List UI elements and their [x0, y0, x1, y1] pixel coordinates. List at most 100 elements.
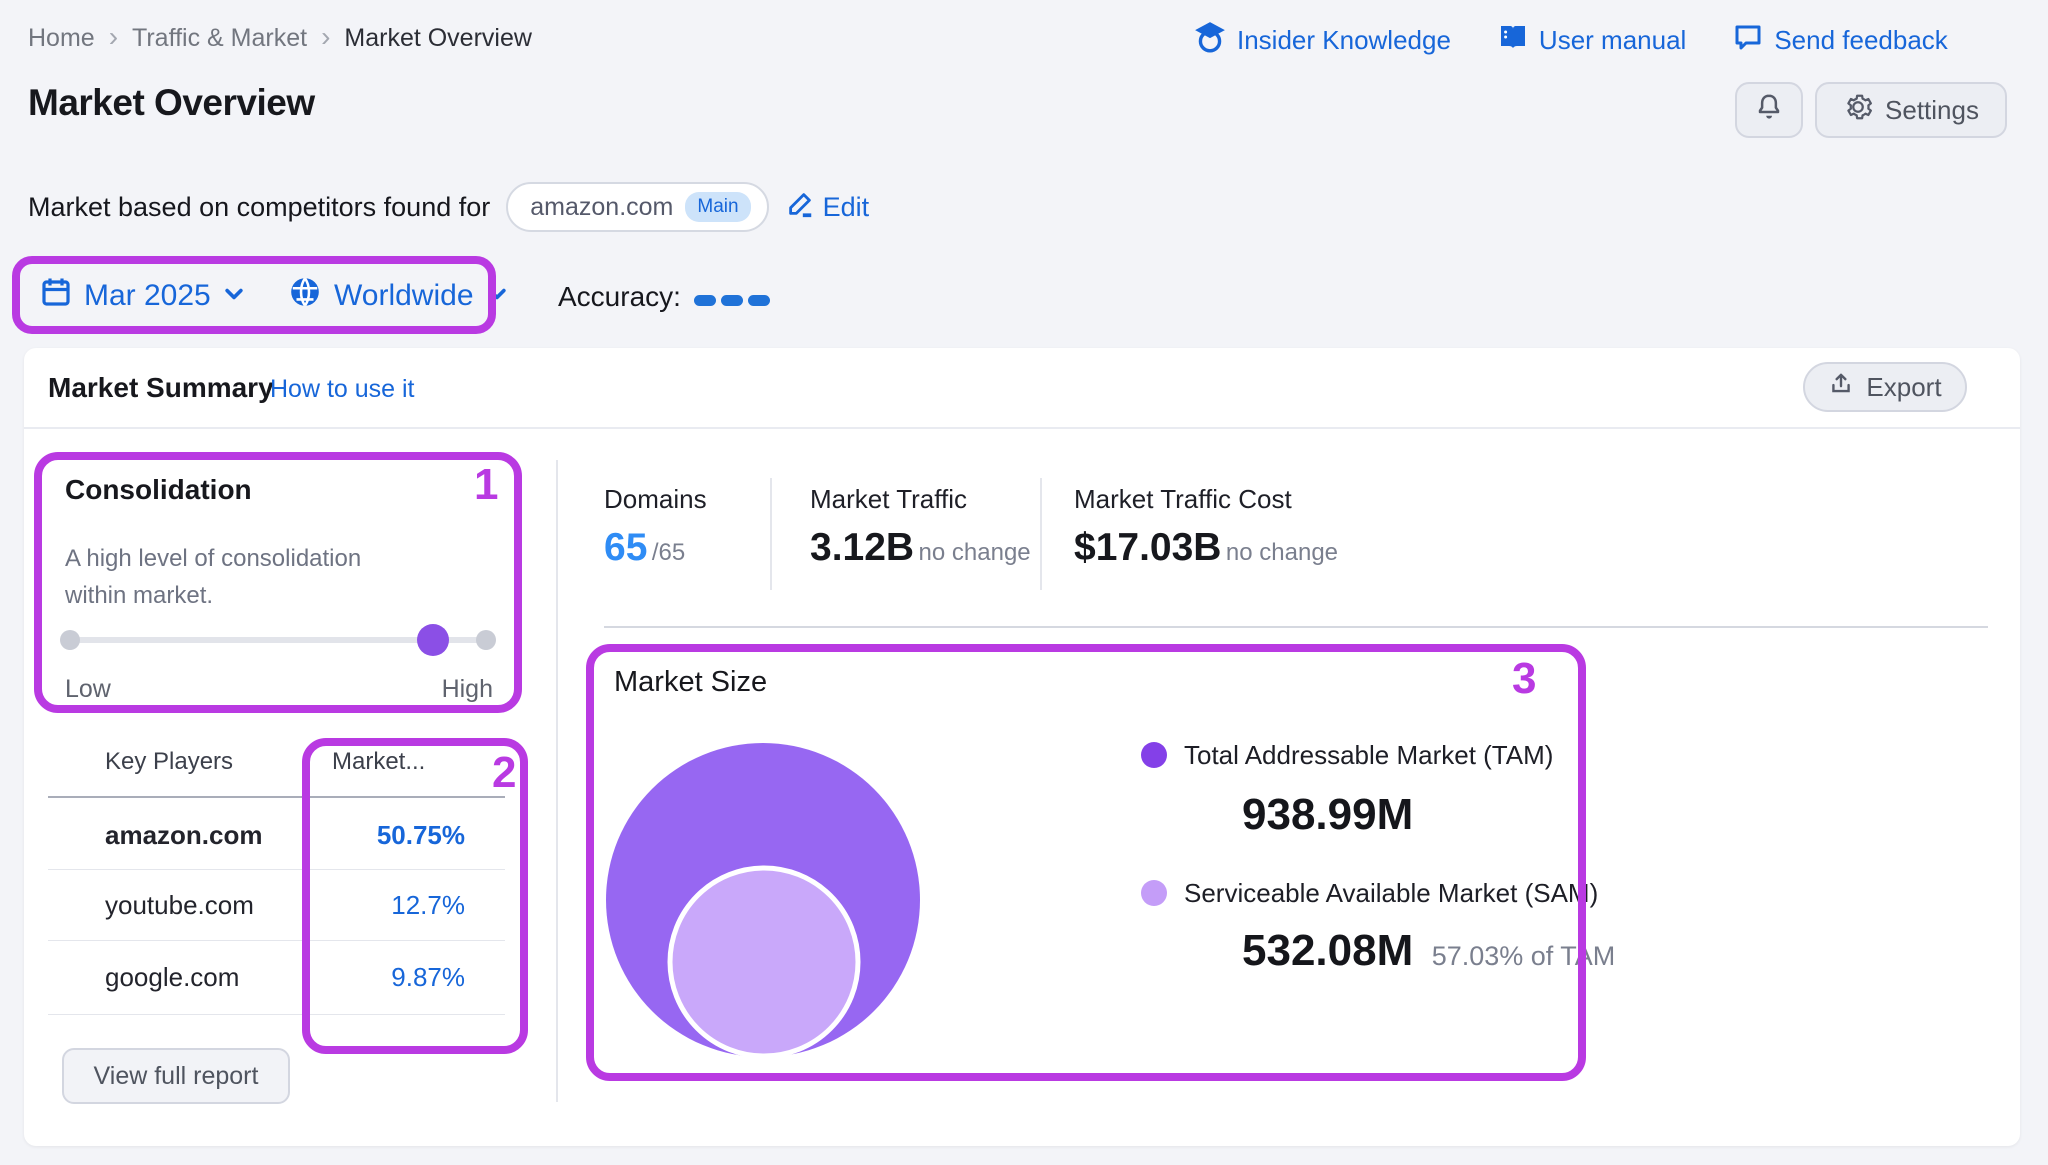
settings-label: Settings	[1885, 95, 1979, 126]
export-button[interactable]: Export	[1803, 362, 1967, 412]
calendar-icon	[40, 275, 72, 317]
table-header-divider	[48, 796, 505, 798]
table-row-divider	[48, 869, 505, 870]
accuracy-meter-icon	[689, 281, 770, 313]
tam-value: 938.99M	[1242, 790, 1413, 840]
bell-icon	[1754, 92, 1784, 129]
market-traffic-change: no change	[919, 539, 1031, 566]
metric-divider	[770, 478, 772, 590]
annotation-number-3: 3	[1512, 654, 1536, 704]
consolidation-description: A high level of consolidation within mar…	[65, 540, 395, 614]
page-title: Market Overview	[28, 82, 315, 124]
slider-low-label: Low	[65, 675, 111, 704]
sam-value-row: 532.08M 57.03% of TAM	[1242, 926, 1615, 976]
metric-divider	[1040, 478, 1042, 590]
sam-value: 532.08M	[1242, 926, 1413, 975]
consolidation-title: Consolidation	[65, 474, 264, 506]
market-traffic-cost-value: $17.03B no change	[1074, 526, 1338, 570]
key-players-header: Key Players	[105, 748, 233, 776]
how-to-use-link[interactable]: How to use it	[270, 375, 415, 404]
insider-knowledge-link[interactable]: Insider Knowledge	[1193, 20, 1451, 61]
table-row-share[interactable]: 9.87%	[292, 962, 465, 993]
table-row-domain[interactable]: youtube.com	[105, 890, 254, 921]
pencil-icon	[785, 189, 815, 226]
market-traffic-number: 3.12B	[810, 526, 914, 569]
market-share-header[interactable]: Market...	[332, 748, 425, 776]
table-row-domain[interactable]: google.com	[105, 962, 239, 993]
send-feedback-link[interactable]: Send feedback	[1732, 21, 1947, 60]
location-selector-value: Worldwide	[334, 279, 474, 313]
sam-legend-dot	[1141, 880, 1167, 906]
breadcrumb-current: Market Overview	[344, 24, 532, 53]
chat-bubble-icon	[1732, 21, 1764, 60]
market-size-title: Market Size	[614, 666, 767, 699]
table-row-domain[interactable]: amazon.com	[105, 820, 263, 851]
notifications-button[interactable]	[1735, 82, 1803, 138]
breadcrumb-traffic-market[interactable]: Traffic & Market	[132, 24, 307, 53]
market-summary-card: Market Summary How to use it Export Cons…	[24, 348, 2020, 1146]
domains-label: Domains	[604, 484, 719, 515]
table-row-divider	[48, 940, 505, 941]
card-header-divider	[24, 427, 2020, 429]
market-size-bubble-chart	[596, 733, 936, 1069]
sam-pct-of-tam: 57.03% of TAM	[1432, 941, 1616, 971]
market-overview-page: Home › Traffic & Market › Market Overvie…	[0, 0, 2048, 1165]
breadcrumb: Home › Traffic & Market › Market Overvie…	[28, 24, 532, 53]
export-label: Export	[1866, 372, 1941, 403]
chevron-down-icon	[486, 279, 508, 313]
slider-high-label: High	[423, 675, 493, 704]
market-traffic-label: Market Traffic	[810, 484, 979, 515]
user-manual-label: User manual	[1539, 25, 1686, 56]
chevron-down-icon	[223, 279, 245, 313]
export-icon	[1828, 371, 1854, 404]
graduation-cap-icon	[1193, 20, 1227, 61]
slider-endpoint-high	[476, 630, 496, 650]
table-row-divider	[48, 1014, 505, 1015]
chevron-right-icon: ›	[321, 23, 330, 51]
book-icon	[1497, 21, 1529, 60]
view-full-report-button[interactable]: View full report	[62, 1048, 290, 1104]
insider-knowledge-label: Insider Knowledge	[1237, 25, 1451, 56]
date-selector-value: Mar 2025	[84, 279, 211, 313]
gear-icon	[1843, 92, 1873, 129]
breadcrumb-home[interactable]: Home	[28, 24, 95, 53]
edit-link[interactable]: Edit	[785, 189, 870, 226]
market-traffic-cost-change: no change	[1226, 539, 1338, 566]
slider-endpoint-low	[60, 630, 80, 650]
annotation-number-2: 2	[492, 748, 516, 798]
domains-count: 65	[604, 526, 647, 569]
domains-value: 65 /65	[604, 526, 685, 570]
market-based-row: Market based on competitors found for am…	[28, 180, 869, 234]
settings-button[interactable]: Settings	[1815, 82, 2007, 138]
view-full-report-label: View full report	[94, 1062, 259, 1091]
domains-total: /65	[652, 539, 685, 566]
competitor-pill[interactable]: amazon.com Main	[506, 182, 768, 232]
globe-icon	[288, 275, 322, 317]
sam-circle	[670, 868, 858, 1056]
market-traffic-cost-number: $17.03B	[1074, 526, 1221, 569]
market-traffic-value: 3.12B no change	[810, 526, 1031, 570]
edit-label: Edit	[823, 192, 870, 223]
market-traffic-cost-label: Market Traffic Cost	[1074, 484, 1304, 515]
chevron-right-icon: ›	[109, 23, 118, 51]
market-based-label: Market based on competitors found for	[28, 192, 490, 223]
tam-legend-label: Total Addressable Market (TAM)	[1184, 740, 1565, 771]
card-title: Market Summary	[48, 372, 274, 404]
location-selector[interactable]: Worldwide	[288, 275, 508, 317]
metrics-bottom-divider	[604, 626, 1988, 628]
column-divider	[556, 460, 558, 1102]
user-manual-link[interactable]: User manual	[1497, 21, 1686, 60]
annotation-number-1: 1	[474, 460, 498, 510]
send-feedback-label: Send feedback	[1774, 25, 1947, 56]
accuracy-indicator: Accuracy:	[558, 281, 770, 313]
header-links: Insider Knowledge User manual Send feedb…	[1193, 20, 1948, 61]
table-row-share[interactable]: 50.75%	[292, 820, 465, 851]
date-selector[interactable]: Mar 2025	[40, 275, 245, 317]
sam-legend-label: Serviceable Available Market (SAM)	[1184, 878, 1610, 909]
consolidation-slider-thumb[interactable]	[417, 624, 449, 656]
tam-legend-dot	[1141, 742, 1167, 768]
competitor-domain: amazon.com	[530, 193, 673, 222]
accuracy-label: Accuracy:	[558, 281, 681, 313]
main-badge: Main	[685, 192, 750, 222]
table-row-share[interactable]: 12.7%	[292, 890, 465, 921]
